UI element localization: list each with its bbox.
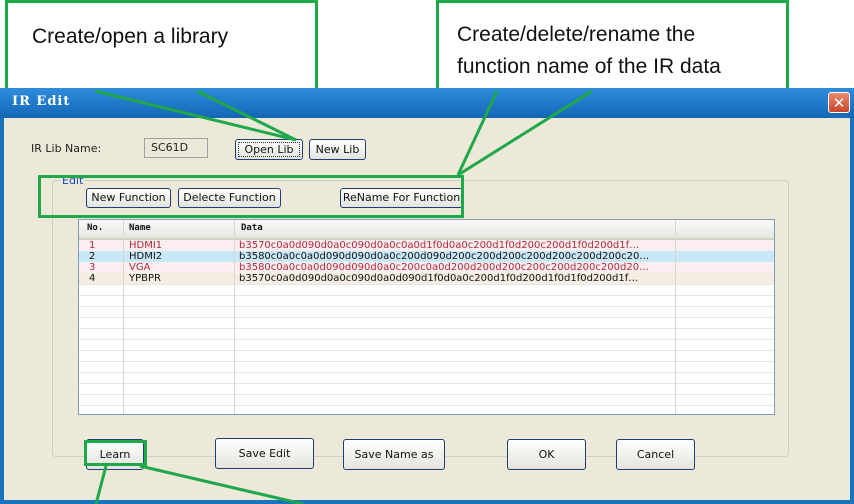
window-title: IR Edit: [12, 94, 71, 109]
save-edit-button[interactable]: Save Edit: [215, 438, 314, 469]
callout-create-open-library: Create/open a library: [5, 0, 318, 91]
lib-name-field[interactable]: SC61D: [144, 138, 208, 158]
row-number: 2: [89, 251, 96, 262]
table-row[interactable]: 2 HDMI2 b3580c0a0c0a0d090d090d0a0c200d090d…: [79, 251, 774, 262]
row-number: 3: [89, 262, 96, 273]
table-header: No. Name Data: [79, 220, 774, 240]
save-name-as-button[interactable]: Save Name as: [343, 439, 445, 470]
grid-line: [79, 284, 774, 285]
row-data: b3580c0a0c0a0d090d090d0a0c200c0a0d200d20…: [239, 262, 650, 273]
open-lib-button[interactable]: Open Lib: [235, 139, 303, 160]
grid-line: [79, 317, 774, 318]
callout-function-line2: function name of the IR data: [457, 55, 721, 78]
row-data: b3570c0a0d090d0a0c090d0a0c0a0d1f0d0a0c20…: [239, 240, 640, 251]
column-divider: [234, 220, 235, 414]
row-name: YPBPR: [129, 273, 161, 284]
grid-line: [79, 328, 774, 329]
callout-library-text: Create/open a library: [32, 25, 229, 48]
edit-buttons-highlight: [38, 175, 464, 218]
grid-line: [79, 306, 774, 307]
callout-function-name: Create/delete/rename the function name o…: [436, 0, 789, 91]
grid-line: [79, 372, 774, 373]
grid-line: [79, 405, 774, 406]
row-name: VGA: [129, 262, 151, 273]
title-bar[interactable]: IR Edit ✕: [0, 88, 854, 118]
column-header-data[interactable]: Data: [241, 223, 263, 233]
close-button[interactable]: ✕: [828, 92, 850, 113]
row-number: 1: [89, 240, 96, 251]
column-divider: [123, 220, 124, 414]
table-row[interactable]: 4 YPBPR b3570c0a0d090d0a0c090d0a0d090d1f0d…: [79, 273, 774, 284]
column-header-no[interactable]: No.: [87, 223, 103, 233]
grid-line: [79, 350, 774, 351]
learn-highlight: [84, 440, 147, 466]
row-name: HDMI1: [129, 240, 163, 251]
row-number: 4: [89, 273, 96, 284]
row-name: HDMI2: [129, 251, 163, 262]
row-data: b3580c0a0c0a0d090d090d0a0c200d090d200c20…: [239, 251, 650, 262]
grid-line: [79, 339, 774, 340]
cancel-button[interactable]: Cancel: [616, 439, 695, 470]
table-row[interactable]: 1 HDMI1 b3570c0a0d090d0a0c090d0a0c0a0d1f0d…: [79, 240, 774, 251]
close-icon: ✕: [832, 94, 846, 112]
column-header-name[interactable]: Name: [129, 223, 151, 233]
lib-name-label: IR Lib Name:: [31, 142, 102, 155]
row-data: b3570c0a0d090d0a0c090d0a0d090d1f0d0a0c20…: [239, 273, 639, 284]
callout-function-line1: Create/delete/rename the: [457, 23, 696, 46]
new-lib-button[interactable]: New Lib: [309, 139, 366, 160]
table-row[interactable]: 3 VGA b3580c0a0c0a0d090d090d0a0c200c0a0d20…: [79, 262, 774, 273]
grid-line: [79, 383, 774, 384]
ir-data-table[interactable]: No. Name Data 1 HDMI1 b3570c0a0d090d0a0c09…: [78, 219, 775, 415]
grid-line: [79, 361, 774, 362]
grid-line: [79, 295, 774, 296]
grid-line: [79, 394, 774, 395]
column-divider: [675, 220, 676, 414]
ok-button[interactable]: OK: [507, 439, 586, 470]
